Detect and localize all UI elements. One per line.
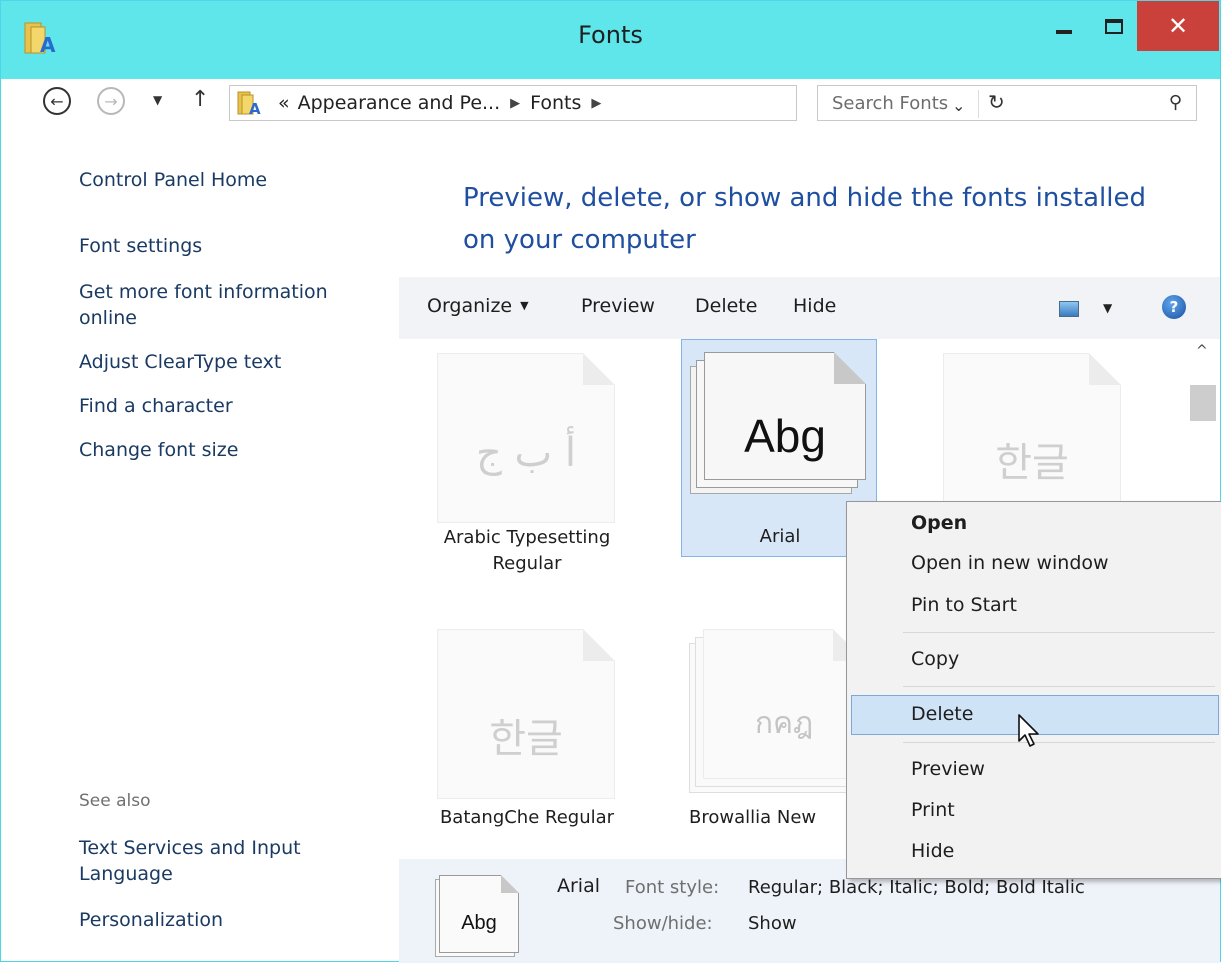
sidebar-link-font-settings[interactable]: Font settings [79,233,379,259]
minimize-button[interactable] [1041,1,1087,51]
see-also-label: See also [79,791,151,811]
font-preview-glyph: 한글 [995,440,1069,486]
sidebar-link-text-services[interactable]: Text Services and Input Language [79,835,339,887]
show-hide-label: Show/hide: [613,913,713,934]
page-fold [834,352,866,384]
breadcrumb-arrow-icon[interactable]: ▶ [510,96,520,111]
details-font-name: Arial [557,875,601,897]
sidebar-link-font-information[interactable]: Get more font information online [79,279,379,331]
svg-text:A: A [249,100,261,116]
font-preview-doc: กคฎ [703,629,865,779]
arrow-right-icon: → [104,91,118,111]
page-fold [1089,353,1121,385]
font-tile-arabic-typesetting[interactable]: أ ب ج Arabic Typesetting Regular [429,339,625,574]
font-preview-doc: أ ب ج [437,353,615,523]
sidebar-link-personalization[interactable]: Personalization [79,907,379,933]
menu-item-hide[interactable]: Hide [911,840,954,862]
sidebar-link-find-character[interactable]: Find a character [79,393,379,419]
show-hide-value: Show [748,913,797,934]
font-preview-glyph: กคฎ [754,706,814,741]
breadcrumb-fonts[interactable]: Fonts [530,92,581,114]
hide-button[interactable]: Hide [793,295,836,317]
details-preview-glyph: Abg [461,912,497,934]
help-icon[interactable]: ? [1162,295,1186,319]
breadcrumb-appearance[interactable]: Appearance and Pe... [298,92,501,114]
delete-button[interactable]: Delete [695,295,757,317]
menu-item-preview[interactable]: Preview [911,758,985,780]
maximize-icon [1105,18,1123,34]
menu-item-pin-to-start[interactable]: Pin to Start [911,594,1017,616]
page-fold [501,875,519,893]
menu-item-copy[interactable]: Copy [911,648,959,670]
preview-button[interactable]: Preview [581,295,655,317]
font-preview-glyph: Abg [744,410,826,462]
menu-separator [903,742,1215,743]
organize-button[interactable]: Organize ▼ [427,295,529,317]
view-options-caret-icon[interactable]: ▼ [1103,301,1112,315]
menu-item-open[interactable]: Open [911,512,967,534]
font-preview-glyph: 한글 [489,716,563,762]
organize-label: Organize [427,295,513,317]
caret-down-icon: ▼ [520,299,529,312]
fonts-window: A Fonts ✕ ← → ▼ ↑ A « Appearance and Pe.… [0,0,1221,963]
font-style-label: Font style: [625,877,720,898]
address-overflow[interactable]: « [278,92,290,114]
search-input[interactable] [832,92,1132,114]
font-preview-doc: 한글 [437,629,615,799]
change-view-icon[interactable] [1059,301,1079,317]
sidebar-link-control-panel-home[interactable]: Control Panel Home [79,167,379,193]
window-title: Fonts [578,21,643,49]
font-preview-doc: 한글 [943,353,1121,523]
minimize-icon [1056,30,1072,34]
font-name: BatangChe Regular [439,807,615,828]
font-preview-doc: Abg [704,352,866,480]
menu-item-print[interactable]: Print [911,799,955,821]
arrow-left-icon: ← [50,91,64,111]
font-tile-batangche[interactable]: 한글 BatangChe Regular [429,619,625,837]
scroll-up-icon[interactable]: ^ [1196,343,1208,359]
page-fold [583,353,615,385]
fonts-folder-icon: A [237,91,261,116]
menu-item-open-new-window[interactable]: Open in new window [911,552,1109,574]
navigation-bar: ← → ▼ ↑ A « Appearance and Pe... ▶ Fonts… [1,79,1220,127]
mouse-pointer-icon [1018,714,1039,747]
search-box[interactable]: ⚲ [817,85,1197,121]
sidebar: Control Panel Home Font settings Get mor… [1,127,399,963]
back-button[interactable]: ← [43,87,71,115]
forward-button[interactable]: → [97,87,125,115]
address-bar[interactable]: A « Appearance and Pe... ▶ Fonts ▶ ⌄ ↻ [229,85,1005,121]
search-icon[interactable]: ⚲ [1169,92,1182,113]
breadcrumb-arrow-icon[interactable]: ▶ [591,96,601,111]
title-bar[interactable]: A Fonts ✕ [1,1,1220,79]
font-preview-glyph: أ ب ج [475,430,577,476]
scroll-thumb[interactable] [1190,385,1216,421]
arrow-up-icon: ↑ [191,87,210,112]
menu-separator [903,632,1215,633]
context-menu: Open Open in new window Pin to Start Cop… [846,501,1221,879]
page-heading: Preview, delete, or show and hide the fo… [463,183,1146,255]
maximize-button[interactable] [1091,1,1137,51]
close-button[interactable]: ✕ [1137,1,1219,51]
close-icon: ✕ [1167,12,1189,40]
command-bar: Organize ▼ Preview Delete Hide ▼ ? [399,277,1220,339]
details-preview-doc: Abg [439,875,519,953]
caret-down-icon: ▼ [153,93,163,107]
page-fold [583,629,615,661]
recent-locations-button[interactable]: ▼ [153,93,162,107]
sidebar-link-cleartype[interactable]: Adjust ClearType text [79,349,379,375]
sidebar-link-change-font-size[interactable]: Change font size [79,437,379,463]
font-name: Arabic Typesetting Regular [443,527,611,574]
font-style-value: Regular; Black; Italic; Bold; Bold Itali… [748,877,1085,898]
menu-item-delete[interactable]: Delete [911,703,973,725]
up-button[interactable]: ↑ [191,87,209,112]
menu-separator [903,686,1215,687]
